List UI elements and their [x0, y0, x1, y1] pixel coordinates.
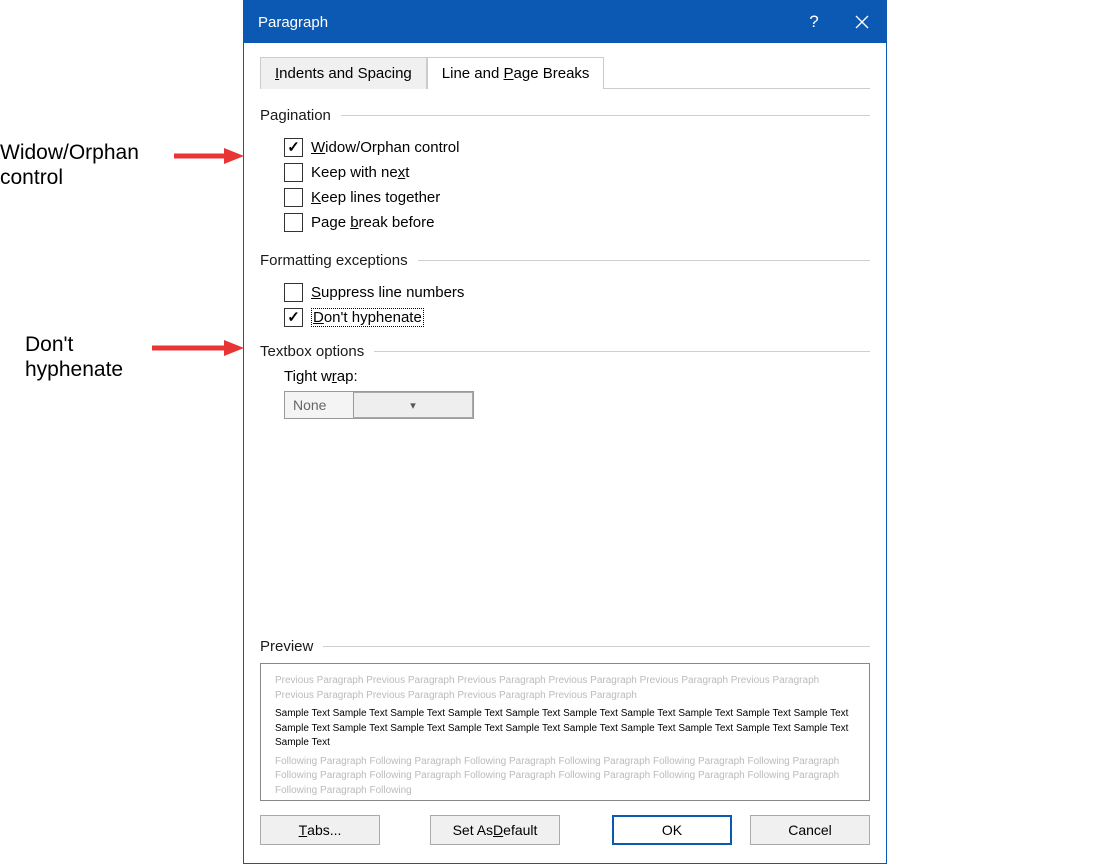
- dialog-buttons: Tabs... Set As Default OK Cancel: [244, 801, 886, 863]
- section-formatting: Formatting exceptions: [260, 252, 870, 269]
- label-widow-orphan: Widow/Orphan control: [311, 139, 459, 156]
- tab-line-page-breaks[interactable]: Line and Page Breaks: [427, 57, 605, 89]
- checkbox-widow-orphan[interactable]: [284, 138, 303, 157]
- arrow-icon: [152, 338, 244, 358]
- label-page-break-before: Page break before: [311, 214, 434, 231]
- preview-box: Previous Paragraph Previous Paragraph Pr…: [260, 663, 870, 801]
- paragraph-dialog: Paragraph ? Indents and Spacing Line and…: [243, 0, 887, 864]
- checkbox-suppress-line-numbers[interactable]: [284, 283, 303, 302]
- preview-previous: Previous Paragraph Previous Paragraph Pr…: [275, 674, 855, 703]
- tab-indents-spacing[interactable]: Indents and Spacing: [260, 57, 427, 89]
- set-as-default-button[interactable]: Set As Default: [430, 815, 560, 845]
- label-keep-with-next: Keep with next: [311, 164, 409, 181]
- preview-sample: Sample Text Sample Text Sample Text Samp…: [275, 707, 855, 751]
- section-preview: Preview: [260, 638, 870, 655]
- label-suppress-line-numbers: Suppress line numbers: [311, 284, 464, 301]
- label-dont-hyphenate: Don't hyphenate: [311, 308, 424, 327]
- checkbox-keep-lines-together[interactable]: [284, 188, 303, 207]
- arrow-icon: [174, 146, 244, 166]
- cancel-button[interactable]: Cancel: [750, 815, 870, 845]
- preview-following: Following Paragraph Following Paragraph …: [275, 755, 855, 799]
- select-tight-wrap[interactable]: None ▾: [284, 391, 474, 419]
- tab-bar: Indents and Spacing Line and Page Breaks: [260, 57, 870, 89]
- section-pagination: Pagination: [260, 107, 870, 124]
- section-textbox: Textbox options: [260, 343, 870, 360]
- select-tight-wrap-value: None: [285, 397, 353, 413]
- checkbox-keep-with-next[interactable]: [284, 163, 303, 182]
- chevron-down-icon: ▾: [353, 392, 473, 418]
- close-button[interactable]: [838, 1, 886, 43]
- annotation-widow: Widow/Orphan control: [0, 140, 139, 190]
- titlebar: Paragraph ?: [244, 1, 886, 43]
- annotation-hyphenate: Don't hyphenate: [25, 332, 123, 382]
- checkbox-page-break-before[interactable]: [284, 213, 303, 232]
- close-icon: [855, 15, 869, 29]
- tabs-button[interactable]: Tabs...: [260, 815, 380, 845]
- help-button[interactable]: ?: [790, 1, 838, 43]
- dialog-title: Paragraph: [258, 14, 790, 31]
- ok-button[interactable]: OK: [612, 815, 732, 845]
- label-keep-lines-together: Keep lines together: [311, 189, 440, 206]
- checkbox-dont-hyphenate[interactable]: [284, 308, 303, 327]
- label-tight-wrap: Tight wrap:: [284, 368, 870, 385]
